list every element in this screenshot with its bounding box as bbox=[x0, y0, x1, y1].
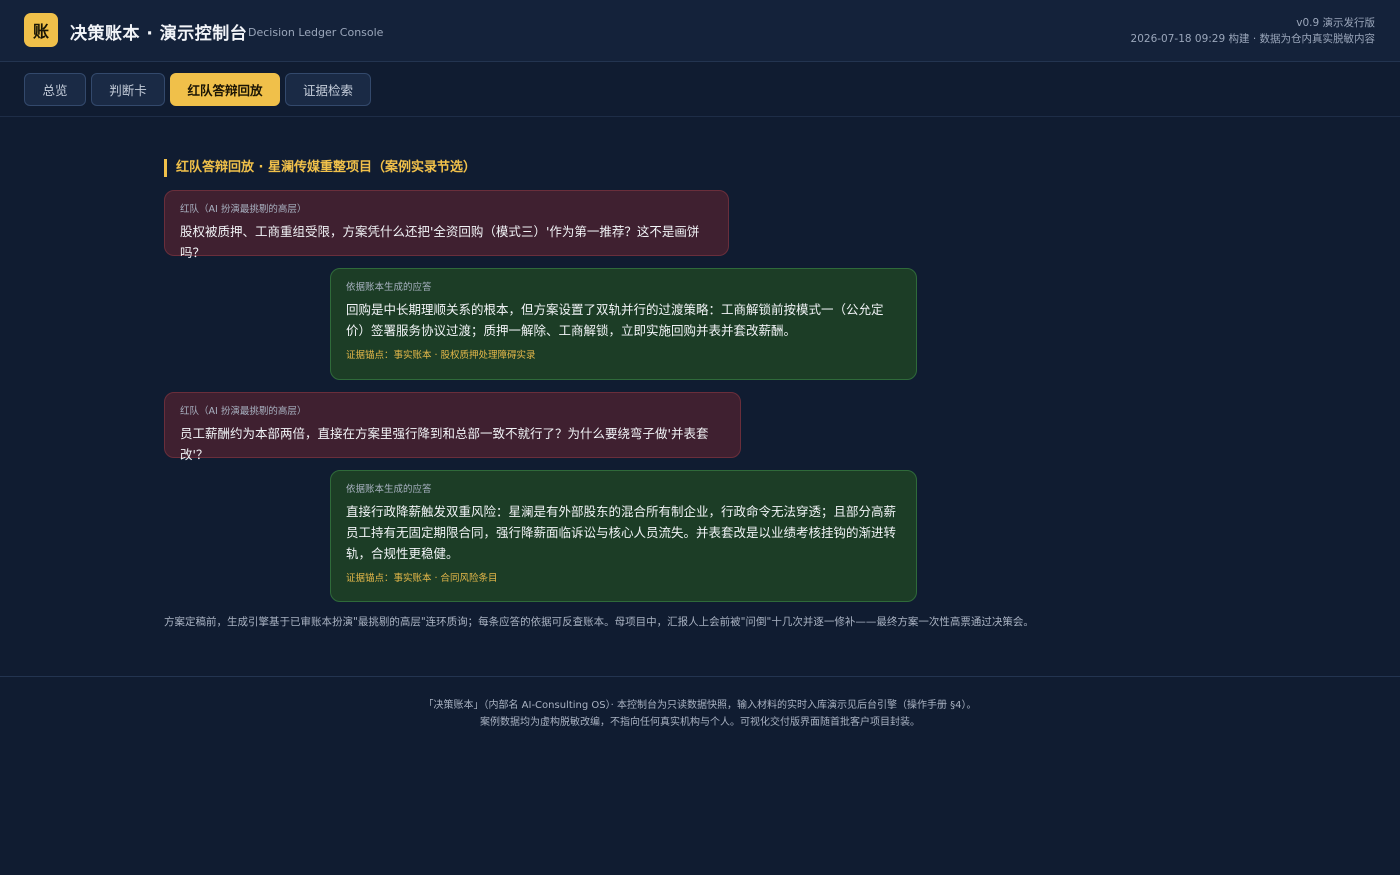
footer-line-1: 「决策账本」（内部名 AI-Consulting OS）· 本控制台为只读数据快… bbox=[423, 700, 977, 711]
tab-overview[interactable]: 总览 bbox=[24, 73, 86, 106]
message-text: 员工薪酬约为本部两倍，直接在方案里强行降到和总部一致不就行了？为什么要绕弯子做'… bbox=[180, 426, 709, 462]
evidence-anchor[interactable]: 证据锚点：事实账本 · 合同风险条目 bbox=[346, 572, 901, 586]
app-subtitle: Decision Ledger Console bbox=[248, 26, 384, 39]
message-text: 股权被质押、工商重组受限，方案凭什么还把'全资回购（模式三）'作为第一推荐？这不… bbox=[180, 224, 700, 260]
ledger-answer: 依据账本生成的应答 直接行政降薪触发双重风险：星澜是有外部股东的混合所有制企业，… bbox=[330, 470, 917, 602]
message-text: 回购是中长期理顺关系的根本，但方案设置了双轨并行的过渡策略：工商解锁前按模式一（… bbox=[346, 302, 884, 338]
replay-note: 方案定稿前，生成引擎基于已审账本扮演"最挑剔的高层"连环质询；每条应答的依据可反… bbox=[164, 616, 1034, 628]
build-info: 2026-07-18 09:29 构建 · 数据为仓内真实脱敏内容 bbox=[1130, 33, 1375, 45]
app-title: 决策账本 · 演示控制台 bbox=[70, 24, 248, 44]
speaker-label: 红队（AI 扮演最挑剔的高层） bbox=[180, 406, 307, 417]
red-team-question: 红队（AI 扮演最挑剔的高层） 员工薪酬约为本部两倍，直接在方案里强行降到和总部… bbox=[164, 392, 741, 462]
ledger-answer: 依据账本生成的应答 回购是中长期理顺关系的根本，但方案设置了双轨并行的过渡策略：… bbox=[330, 268, 917, 380]
speaker-label: 依据账本生成的应答 bbox=[346, 282, 432, 293]
evidence-anchor[interactable]: 证据锚点：事实账本 · 股权质押处理障碍实录 bbox=[346, 349, 901, 363]
version-label: v0.9 演示发行版 bbox=[1296, 17, 1375, 29]
tab-red-team-replay[interactable]: 红队答辩回放 bbox=[170, 73, 280, 106]
message-text: 直接行政降薪触发双重风险：星澜是有外部股东的混合所有制企业，行政命令无法穿透；且… bbox=[346, 504, 897, 561]
tab-judgment-cards[interactable]: 判断卡 bbox=[91, 73, 165, 106]
section-title: 红队答辩回放 · 星澜传媒重整项目（案例实录节选） bbox=[164, 159, 476, 177]
footer-line-2: 案例数据均为虚构脱敏改编，不指向任何真实机构与个人。可视化交付版界面随首批客户项… bbox=[480, 717, 920, 728]
app-logo: 账 bbox=[24, 13, 58, 47]
red-team-question: 红队（AI 扮演最挑剔的高层） 股权被质押、工商重组受限，方案凭什么还把'全资回… bbox=[164, 190, 729, 260]
speaker-label: 依据账本生成的应答 bbox=[346, 484, 432, 495]
speaker-label: 红队（AI 扮演最挑剔的高层） bbox=[180, 204, 307, 215]
app-header: 账 决策账本 · 演示控制台 Decision Ledger Console v… bbox=[0, 0, 1400, 62]
tab-evidence-search[interactable]: 证据检索 bbox=[285, 73, 371, 106]
tab-bar: 总览 判断卡 红队答辩回放 证据检索 bbox=[0, 62, 1400, 117]
footer-divider bbox=[0, 676, 1400, 677]
